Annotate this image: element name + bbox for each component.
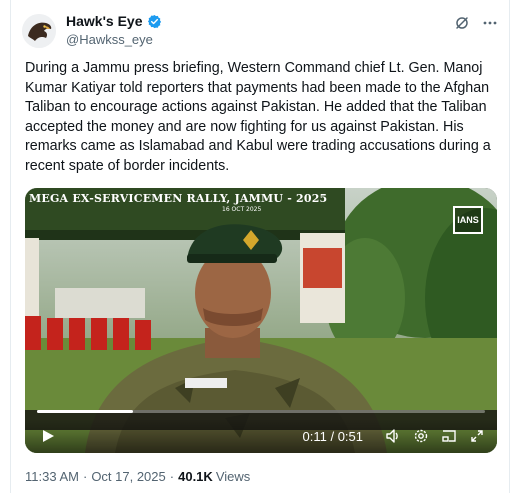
verified-badge-icon [147, 14, 162, 29]
settings-icon[interactable] [413, 428, 429, 444]
meta-separator-2: · [169, 469, 175, 484]
tweet-text: During a Jammu press briefing, Western C… [25, 60, 491, 174]
video-banner-text: MEGA EX-SERVICEMEN RALLY, JAMMU - 2025 [29, 192, 328, 205]
play-icon[interactable] [41, 429, 55, 443]
views-count: 40.1K [178, 469, 213, 484]
video-frame [25, 188, 497, 453]
author-handle[interactable]: @Hawkss_eye [66, 32, 153, 47]
tweet-meta: 11:33 AM · Oct 17, 2025 · 40.1K Views [25, 469, 250, 484]
grok-icon[interactable] [454, 15, 470, 31]
volume-icon[interactable] [385, 428, 401, 444]
fullscreen-icon[interactable] [469, 428, 485, 444]
picture-in-picture-icon[interactable] [441, 428, 457, 444]
author-name[interactable]: Hawk's Eye [66, 13, 143, 29]
ians-watermark: IANS [453, 206, 483, 234]
more-options-icon[interactable] [482, 15, 498, 31]
video-banner-subtext: 16 OCT 2025 [222, 206, 262, 213]
tweet-time[interactable]: 11:33 AM [25, 469, 79, 484]
video-progress-bar[interactable] [37, 410, 485, 413]
meta-separator: · [82, 469, 88, 484]
video-player[interactable]: MEGA EX-SERVICEMEN RALLY, JAMMU - 2025 1… [25, 188, 497, 453]
tweet-date[interactable]: Oct 17, 2025 [91, 469, 165, 484]
views-label: Views [215, 469, 251, 484]
video-controls: 0:11 / 0:51 [25, 419, 497, 453]
video-time: 0:11 / 0:51 [302, 428, 363, 444]
video-progress-fill [37, 410, 134, 413]
hawk-avatar-icon [22, 14, 56, 48]
avatar[interactable] [22, 14, 56, 48]
